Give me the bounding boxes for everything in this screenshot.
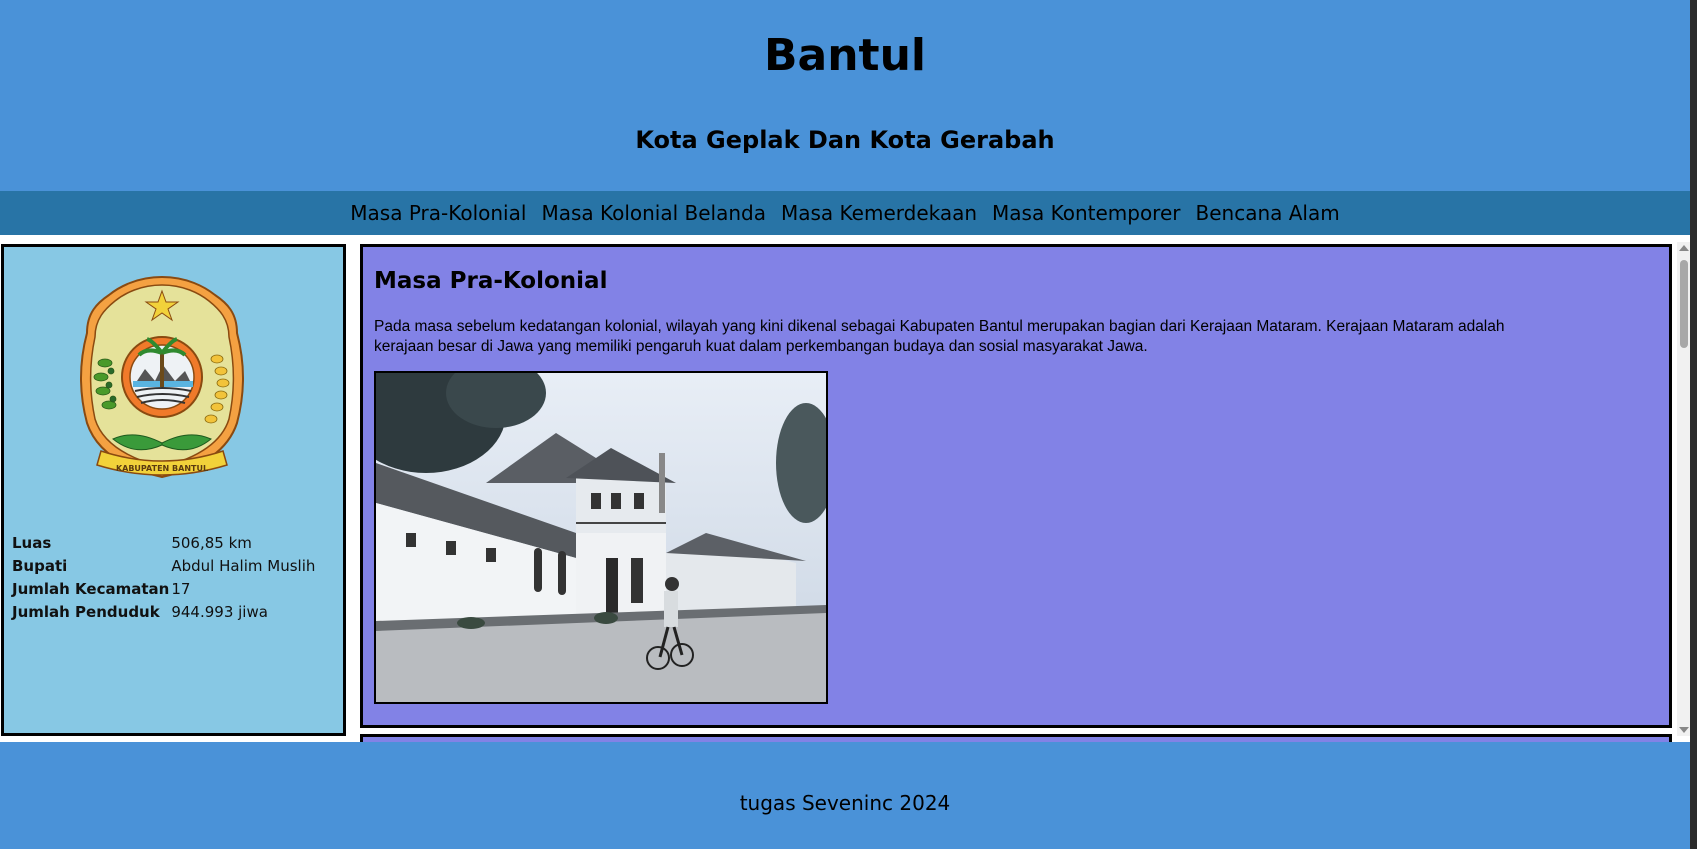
- info-row: Jumlah Kecamatan 17: [12, 578, 317, 601]
- info-row: Jumlah Penduduk 944.993 jiwa: [12, 601, 317, 624]
- info-table: Luas 506,85 km Bupati Abdul Halim Muslih…: [12, 532, 317, 624]
- logo-banner-text: KABUPATEN BANTUL: [116, 464, 208, 473]
- page-subtitle: Kota Geplak Dan Kota Gerabah: [635, 126, 1055, 154]
- info-key: Bupati: [12, 557, 68, 575]
- nav-item-pra-kolonial[interactable]: Masa Pra-Kolonial: [350, 191, 526, 235]
- info-key: Luas: [12, 534, 52, 552]
- main-nav: Masa Pra-Kolonial Masa Kolonial Belanda …: [0, 191, 1690, 235]
- nav-item-kontemporer[interactable]: Masa Kontemporer: [992, 191, 1180, 235]
- sidebar: KABUPATEN BANTUL Luas 506,85 km Bupati A…: [1, 244, 346, 736]
- scroll-down-arrow-icon[interactable]: [1679, 727, 1689, 733]
- nav-item-bencana-alam[interactable]: Bencana Alam: [1196, 191, 1340, 235]
- info-value: 944.993 jiwa: [171, 603, 268, 621]
- footer-text: tugas Seveninc 2024: [739, 791, 951, 815]
- info-key: Jumlah Kecamatan: [12, 580, 170, 598]
- main-content: Masa Pra-Kolonial Pada masa sebelum keda…: [360, 244, 1672, 728]
- nav-item-kemerdekaan[interactable]: Masa Kemerdekaan: [781, 191, 977, 235]
- window-scrollbar[interactable]: [1690, 0, 1697, 849]
- next-section-edge: [360, 734, 1672, 742]
- bantul-coat-of-arms-logo: KABUPATEN BANTUL: [80, 275, 244, 479]
- info-key: Jumlah Penduduk: [12, 603, 160, 621]
- section-paragraph: Pada masa sebelum kedatangan kolonial, w…: [374, 318, 1505, 355]
- info-value: 506,85 km: [171, 534, 252, 552]
- content-scrollbar[interactable]: [1677, 242, 1690, 736]
- historical-building-photo: [374, 371, 828, 704]
- scroll-up-arrow-icon[interactable]: [1679, 245, 1689, 251]
- page-title: Bantul: [764, 30, 926, 81]
- nav-item-kolonial-belanda[interactable]: Masa Kolonial Belanda: [541, 191, 766, 235]
- info-row: Bupati Abdul Halim Muslih: [12, 555, 317, 578]
- site-footer: tugas Seveninc 2024: [0, 742, 1690, 849]
- info-value: 17: [171, 580, 191, 598]
- section-title: Masa Pra-Kolonial: [374, 268, 608, 294]
- info-row: Luas 506,85 km: [12, 532, 317, 555]
- site-header: Bantul Kota Geplak Dan Kota Gerabah: [0, 0, 1690, 190]
- scroll-thumb[interactable]: [1680, 260, 1688, 348]
- info-value: Abdul Halim Muslih: [171, 557, 316, 575]
